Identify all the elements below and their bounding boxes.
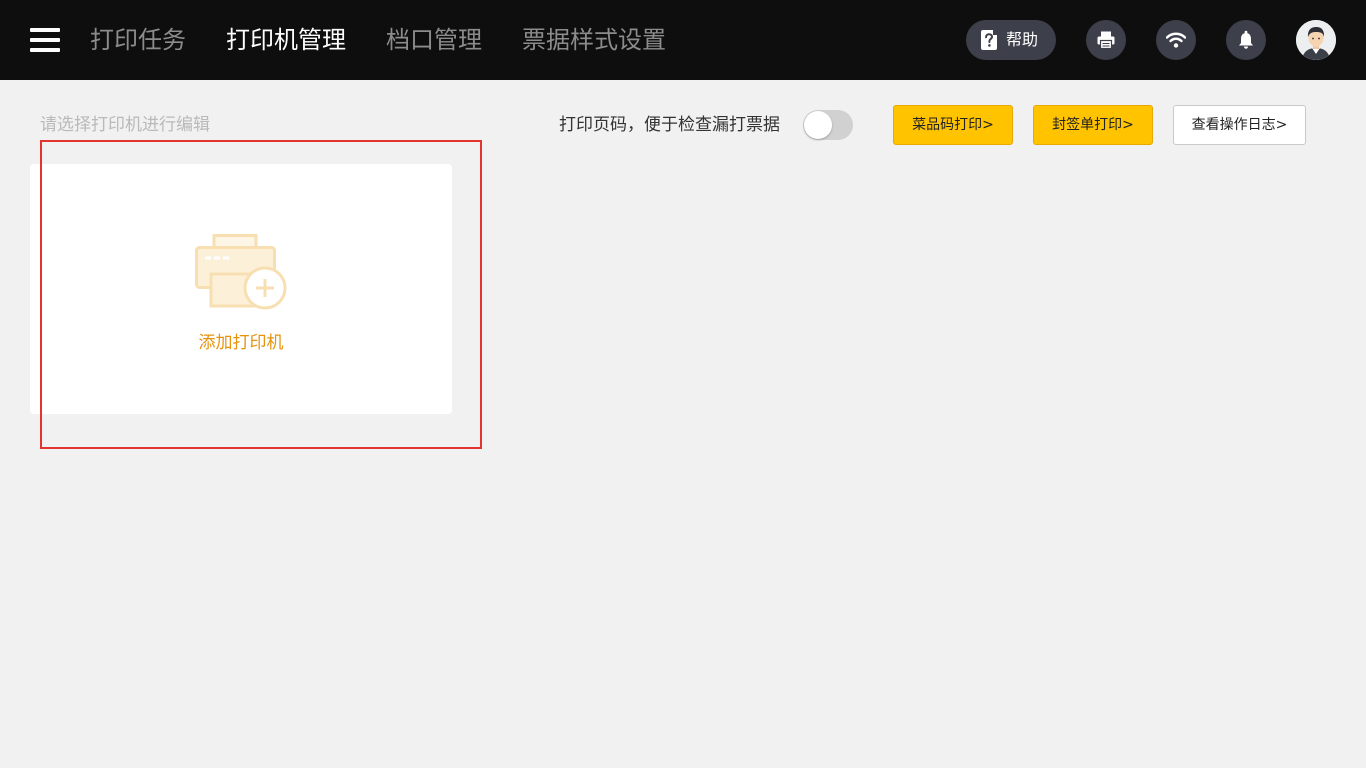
menu-icon-line <box>30 28 60 32</box>
wifi-icon <box>1166 32 1186 48</box>
printer-icon <box>1097 31 1115 50</box>
bell-icon <box>1239 30 1253 49</box>
tab-receipt-style-settings[interactable]: 票据样式设置 <box>522 24 666 56</box>
help-icon <box>981 30 997 50</box>
top-nav-bar: 打印任务 打印机管理 档口管理 票据样式设置 帮助 <box>0 0 1366 80</box>
menu-icon-line <box>30 48 60 52</box>
tab-printer-management[interactable]: 打印机管理 <box>226 24 346 56</box>
notification-button[interactable] <box>1226 20 1266 60</box>
printer-button[interactable] <box>1086 20 1126 60</box>
avatar[interactable] <box>1296 20 1336 60</box>
help-label: 帮助 <box>1006 30 1039 49</box>
select-printer-hint: 请选择打印机进行编辑 <box>40 115 210 135</box>
tab-print-tasks[interactable]: 打印任务 <box>90 24 186 56</box>
toggle-knob <box>804 111 832 139</box>
menu-icon-line <box>30 38 60 42</box>
tab-stall-management[interactable]: 档口管理 <box>386 24 482 56</box>
user-avatar-icon <box>1296 20 1336 60</box>
print-page-number-toggle[interactable] <box>803 110 853 140</box>
dish-code-print-button[interactable]: 菜品码打印> <box>893 105 1013 145</box>
menu-icon[interactable] <box>30 28 60 52</box>
highlight-annotation-box <box>40 140 482 449</box>
view-operation-log-button[interactable]: 查看操作日志> <box>1173 105 1306 145</box>
print-page-number-label: 打印页码，便于检查漏打票据 <box>559 115 780 135</box>
help-button[interactable]: 帮助 <box>966 20 1056 60</box>
seal-print-button[interactable]: 封签单打印> <box>1033 105 1153 145</box>
wifi-button[interactable] <box>1156 20 1196 60</box>
